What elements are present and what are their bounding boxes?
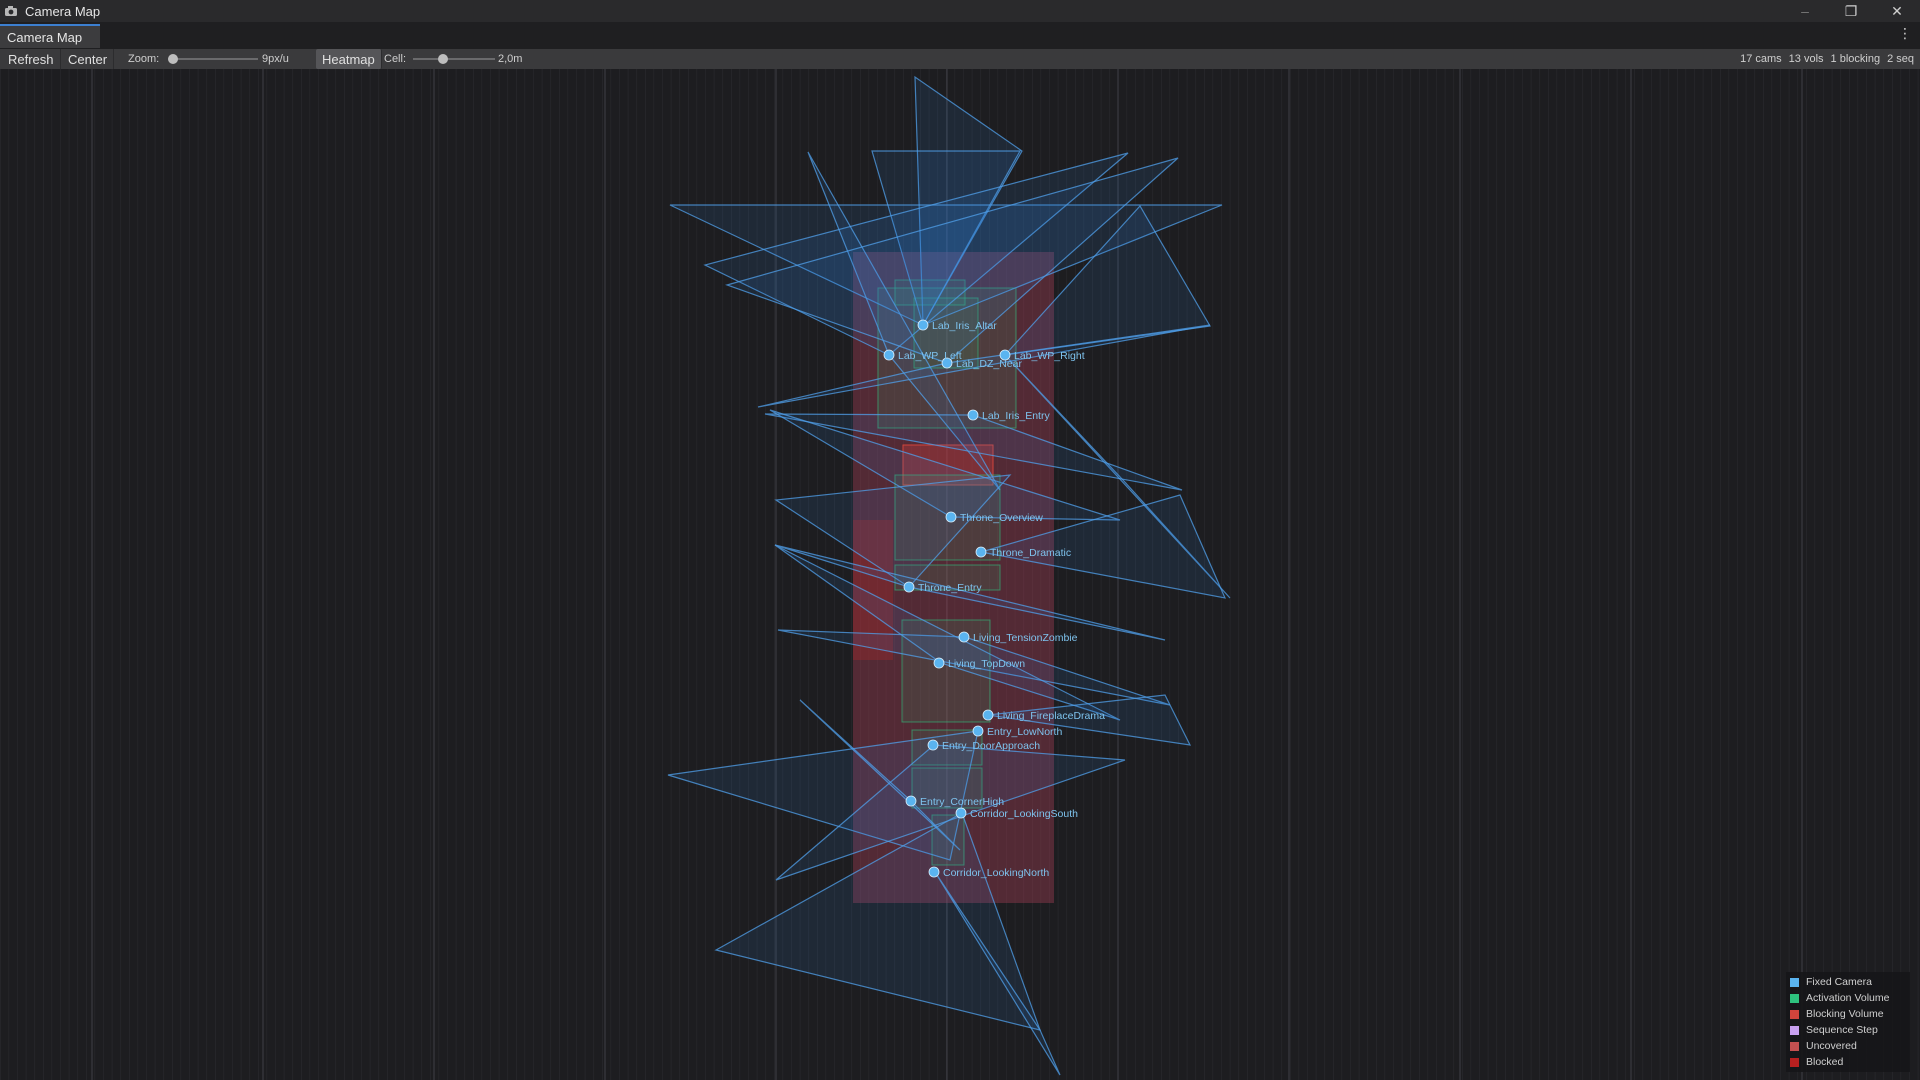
legend: Fixed Camera Activation Volume Blocking …	[1786, 972, 1910, 1072]
camera-label: Living_FireplaceDrama	[997, 710, 1105, 722]
sequence-count: 2 seq	[1887, 53, 1914, 65]
minimize-button[interactable]: –	[1782, 0, 1828, 22]
camera-marker[interactable]	[927, 739, 939, 751]
zoom-slider-thumb[interactable]	[168, 54, 178, 64]
camera-label: Throne_Entry	[918, 582, 982, 594]
toolbar: Refresh Center Zoom: 9px/u Heatmap Cell:…	[0, 49, 1920, 69]
camera-count: 17 cams	[1740, 53, 1782, 65]
camera-label: Lab_DZ_Near	[956, 358, 1022, 370]
camera-label: Corridor_LookingSouth	[970, 808, 1078, 820]
camera-marker[interactable]	[883, 349, 895, 361]
camera-label: Corridor_LookingNorth	[943, 867, 1049, 879]
camera-label: Lab_WP_Right	[1014, 350, 1085, 362]
camera-marker[interactable]	[982, 709, 994, 721]
camera-label: Lab_Iris_Altar	[932, 320, 997, 332]
cell-slider[interactable]	[413, 49, 495, 69]
camera-marker[interactable]	[967, 409, 979, 421]
tab-camera-map[interactable]: Camera Map	[0, 24, 100, 48]
legend-item-activation-volume: Activation Volume	[1790, 991, 1889, 1005]
cell-value: 2,0m	[498, 53, 523, 65]
camera-label: Throne_Dramatic	[990, 547, 1071, 559]
camera-marker[interactable]	[905, 795, 917, 807]
camera-marker[interactable]	[975, 546, 987, 558]
camera-label: Throne_Overview	[960, 512, 1043, 524]
tab-label: Camera Map	[7, 29, 83, 45]
zoom-slider[interactable]	[168, 49, 258, 69]
legend-item-fixed-camera: Fixed Camera	[1790, 975, 1872, 989]
camera-label: Lab_Iris_Entry	[982, 410, 1050, 422]
restore-button[interactable]: ❐	[1828, 0, 1874, 22]
legend-swatch	[1790, 1041, 1799, 1051]
legend-swatch	[1790, 993, 1799, 1003]
center-button[interactable]: Center	[62, 49, 115, 69]
camera-marker[interactable]	[958, 631, 970, 643]
legend-item-sequence-step: Sequence Step	[1790, 1023, 1878, 1037]
zoom-value: 9px/u	[262, 53, 289, 65]
camera-label: Lab_WP_Left	[898, 350, 962, 362]
camera-marker[interactable]	[945, 511, 957, 523]
camera-marker[interactable]	[955, 807, 967, 819]
legend-item-uncovered: Uncovered	[1790, 1039, 1857, 1053]
camera-marker[interactable]	[972, 725, 984, 737]
volume-count: 13 vols	[1788, 53, 1824, 65]
close-button[interactable]: ✕	[1874, 0, 1920, 22]
legend-item-blocking-volume: Blocking Volume	[1790, 1007, 1884, 1021]
legend-swatch	[1790, 977, 1799, 987]
camera-marker[interactable]	[928, 866, 940, 878]
title-bar: Camera Map – ❐ ✕	[0, 0, 1920, 22]
refresh-button[interactable]: Refresh	[2, 49, 61, 69]
cell-label: Cell:	[384, 53, 407, 65]
camera-marker[interactable]	[917, 319, 929, 331]
camera-marker[interactable]	[933, 657, 945, 669]
more-menu-icon[interactable]: ⋮	[1898, 25, 1912, 42]
camera-label: Entry_DoorApproach	[942, 740, 1040, 752]
heatmap-toggle[interactable]: Heatmap	[316, 49, 382, 69]
legend-swatch	[1790, 1009, 1799, 1019]
blocking-count: 1 blocking	[1830, 53, 1881, 65]
camera-label: Living_TopDown	[948, 658, 1025, 670]
camera-label: Entry_CornerHigh	[920, 796, 1004, 808]
zoom-label: Zoom:	[128, 53, 160, 65]
legend-swatch	[1790, 1025, 1799, 1035]
stats-readout: 17 cams 13 vols 1 blocking 2 seq	[1740, 49, 1914, 69]
cell-slider-thumb[interactable]	[438, 54, 449, 64]
camera-marker[interactable]	[903, 581, 915, 593]
camera-app-icon	[5, 6, 17, 16]
legend-swatch	[1790, 1057, 1799, 1067]
window-title: Camera Map	[25, 3, 101, 19]
camera-label: Entry_LowNorth	[987, 726, 1062, 738]
camera-label: Living_TensionZombie	[973, 632, 1078, 644]
legend-item-blocked: Blocked	[1790, 1055, 1843, 1069]
camera-map-canvas[interactable]: Lab_Iris_AltarLab_WP_Left Lab_WP_RightLab…	[0, 69, 1920, 1080]
tab-bar: Camera Map ⋮	[0, 22, 1920, 50]
